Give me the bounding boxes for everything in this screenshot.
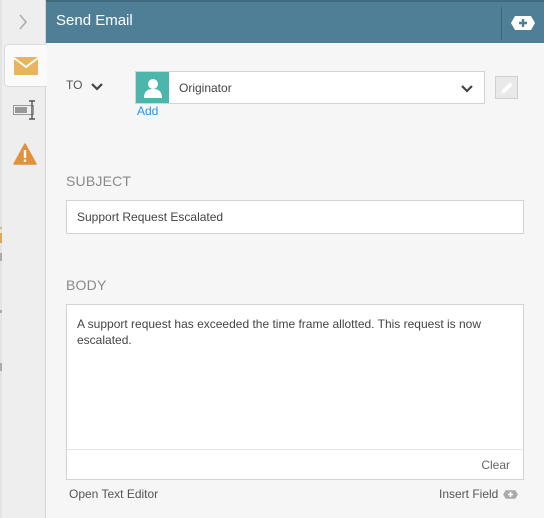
edge-mark	[0, 310, 2, 313]
recipient-select[interactable]: Originator	[135, 71, 485, 104]
insert-field-button[interactable]: Insert Field	[439, 487, 519, 501]
plus-tag-icon	[511, 16, 535, 30]
side-rail	[0, 0, 47, 518]
subject-input[interactable]: Support Request Escalated	[66, 200, 524, 234]
tab-warning[interactable]	[4, 132, 46, 175]
edge-mark	[0, 253, 2, 261]
body-textarea[interactable]: A support request has exceeded the time …	[66, 304, 524, 480]
body-footer: Clear	[67, 449, 523, 479]
pencil-icon	[500, 81, 513, 94]
expand-panel-button[interactable]	[0, 0, 46, 43]
tab-email[interactable]	[4, 44, 47, 87]
edit-recipient-button[interactable]	[495, 76, 518, 99]
warning-icon	[13, 142, 37, 165]
text-cursor-icon	[13, 99, 35, 120]
header-divider	[501, 7, 502, 40]
user-avatar	[136, 72, 169, 103]
add-action-button[interactable]	[510, 14, 536, 32]
tab-text-field[interactable]	[4, 88, 46, 131]
add-recipient-link[interactable]: Add	[137, 104, 158, 118]
body-label: BODY	[66, 277, 107, 293]
chevron-down-icon	[91, 83, 103, 91]
clear-button[interactable]: Clear	[481, 458, 510, 472]
edge-mark	[0, 363, 2, 371]
envelope-icon	[14, 56, 38, 75]
open-text-editor-link[interactable]: Open Text Editor	[69, 487, 158, 501]
recipient-dropdown-arrow[interactable]	[460, 82, 474, 94]
recipient-name: Originator	[179, 81, 232, 95]
plus-tag-icon	[503, 489, 519, 499]
insert-field-label: Insert Field	[439, 487, 499, 501]
chevron-right-icon	[19, 14, 27, 29]
to-toggle[interactable]	[90, 80, 104, 92]
panel-header: Send Email	[46, 0, 544, 43]
body-text[interactable]: A support request has exceeded the time …	[77, 316, 517, 348]
user-icon	[143, 78, 162, 98]
edge-mark	[0, 227, 2, 229]
chevron-down-icon	[461, 85, 473, 93]
to-label: TO	[66, 78, 83, 92]
edge-mark	[0, 233, 2, 243]
subject-label: SUBJECT	[66, 173, 132, 189]
panel-title: Send Email	[56, 12, 133, 29]
